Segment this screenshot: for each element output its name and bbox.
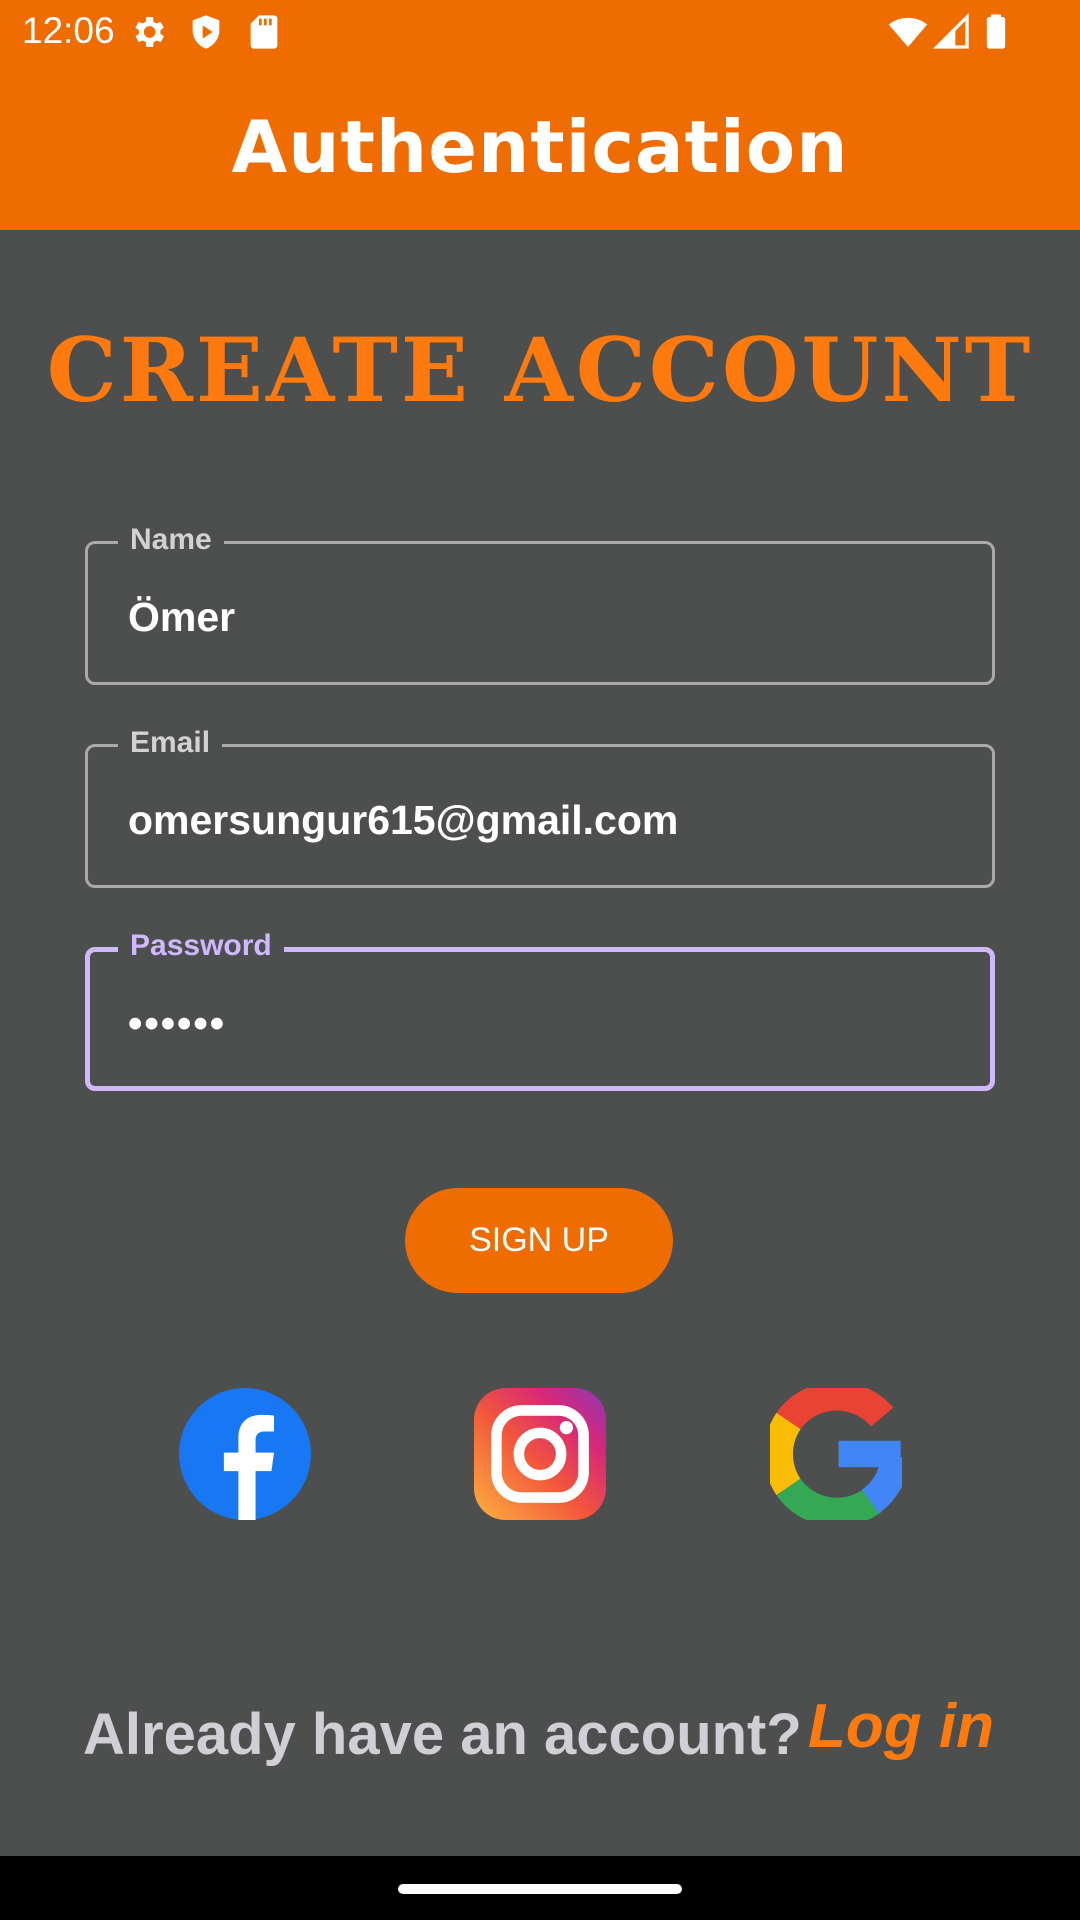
app-bar: Authentication	[0, 63, 1080, 230]
sd-card-icon	[250, 15, 278, 49]
email-field-value[interactable]: omersungur615@gmail.com	[128, 797, 678, 843]
password-field-label: Password	[118, 928, 284, 964]
password-field[interactable]: Password ••••••	[85, 928, 995, 1091]
facebook-icon[interactable]	[179, 1388, 311, 1520]
settings-icon	[135, 17, 164, 47]
home-gesture-handle[interactable]	[398, 1884, 682, 1894]
log-in-link[interactable]: Log in	[808, 1692, 994, 1762]
password-field-value[interactable]: ••••••	[128, 1000, 226, 1046]
navigation-bar	[0, 1856, 1080, 1920]
name-field-label: Name	[118, 522, 224, 558]
google-icon[interactable]	[770, 1388, 902, 1520]
battery-icon	[986, 14, 1006, 49]
already-have-account-text: Already have an account?	[83, 1702, 802, 1767]
status-time: 12:06	[22, 10, 115, 51]
email-field-label: Email	[118, 725, 223, 761]
wifi-icon	[888, 17, 928, 47]
shield-play-icon	[192, 15, 220, 49]
sign-up-button[interactable]: SIGN UP	[405, 1188, 673, 1293]
name-field[interactable]: Name Ömer	[85, 522, 995, 685]
page-heading: CREATE ACCOUNT	[46, 318, 1034, 422]
instagram-icon[interactable]	[474, 1388, 606, 1520]
name-field-value[interactable]: Ömer	[128, 594, 235, 640]
app-title: Authentication	[231, 105, 849, 189]
email-field[interactable]: Email omersungur615@gmail.com	[85, 725, 995, 888]
status-bar: 12:06	[0, 0, 1080, 63]
cell-signal-icon	[932, 12, 969, 49]
